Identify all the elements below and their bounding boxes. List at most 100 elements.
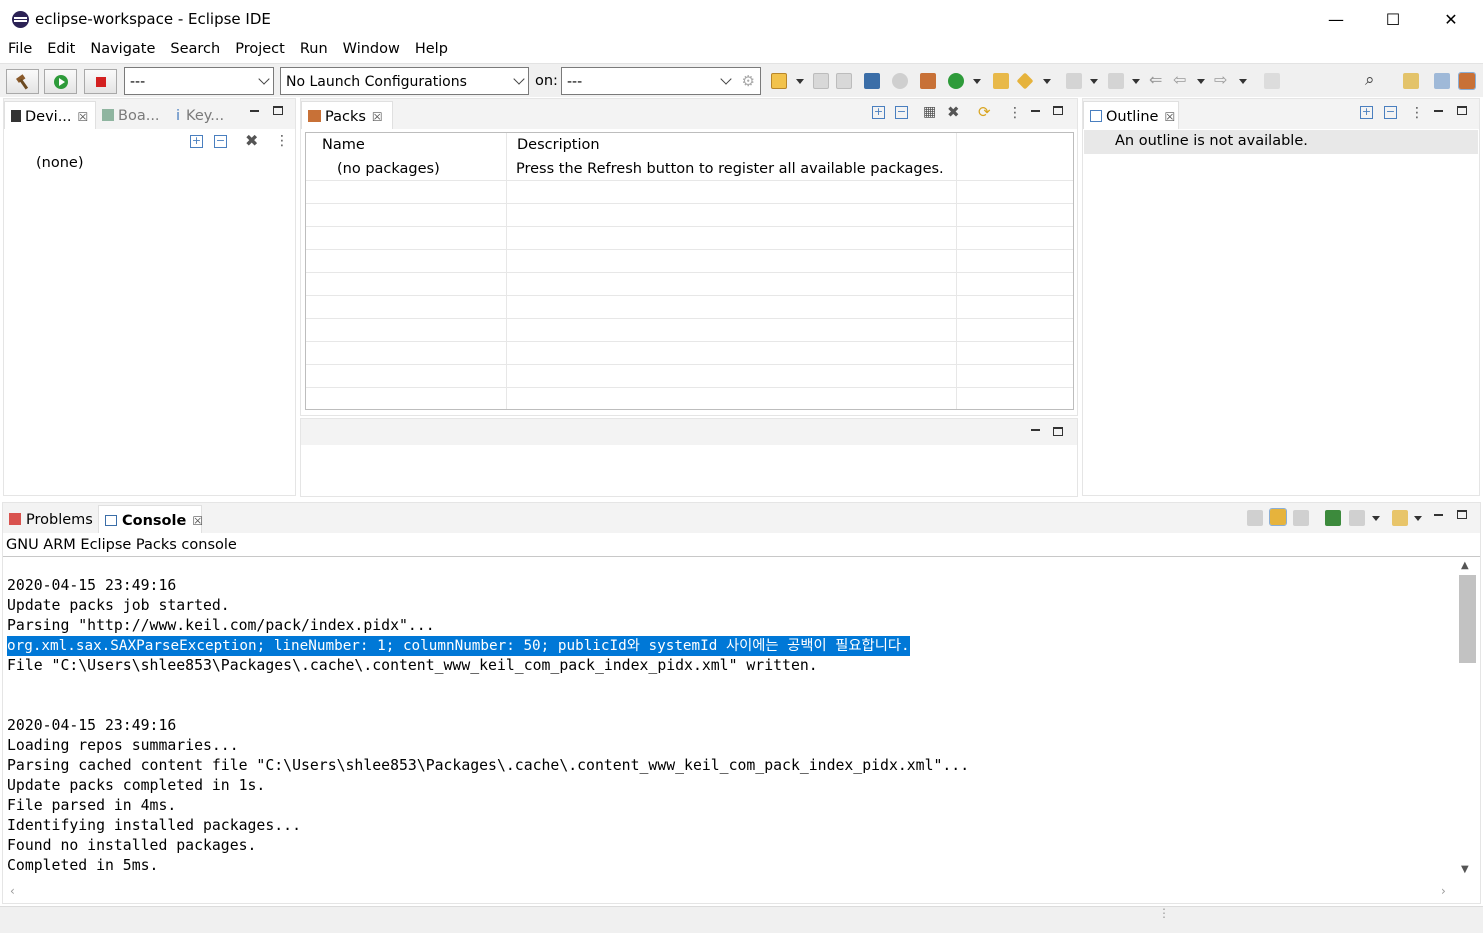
close-icon[interactable]: ☒ (192, 514, 203, 528)
menu-search[interactable]: Search (162, 38, 227, 63)
outline-view-panel: Outline ☒ + − ⋮ An outline is not availab… (1082, 98, 1480, 496)
scroll-right-icon[interactable]: › (1441, 884, 1446, 898)
menu-navigate[interactable]: Navigate (82, 38, 162, 63)
minimize-icon[interactable] (1434, 110, 1443, 112)
maximize-icon[interactable] (1053, 106, 1063, 115)
minimize-icon[interactable] (250, 110, 259, 112)
previous-annotation-icon[interactable] (1108, 73, 1124, 89)
dropdown-arrow-icon[interactable] (1414, 516, 1422, 521)
clear-console-icon[interactable] (1247, 510, 1263, 526)
close-icon[interactable]: ☒ (1164, 110, 1175, 124)
skip-breakpoints-icon[interactable] (892, 73, 908, 89)
dropdown-arrow-icon[interactable] (1372, 516, 1380, 521)
dropdown-arrow-icon[interactable] (1043, 79, 1051, 84)
build-button[interactable] (6, 69, 39, 94)
scroll-up-icon[interactable]: ▲ (1461, 560, 1469, 571)
view-menu-icon[interactable]: ⋮ (275, 134, 289, 148)
maximize-icon[interactable] (1053, 427, 1063, 436)
console-output[interactable]: 2020-04-15 23:49:16 Update packs job sta… (0, 556, 1455, 878)
column-header-description[interactable]: Description (517, 137, 600, 153)
collapse-all-icon[interactable]: − (895, 106, 908, 119)
remove-filters-icon[interactable]: ✖ (947, 103, 960, 121)
display-console-icon[interactable] (1349, 510, 1365, 526)
scroll-left-icon[interactable]: ‹ (10, 884, 15, 898)
dropdown-arrow-icon[interactable] (1090, 79, 1098, 84)
tab-keywords[interactable]: i Key... (170, 101, 232, 129)
dropdown-arrow-icon[interactable] (1132, 79, 1140, 84)
menu-edit[interactable]: Edit (39, 38, 82, 63)
pack-row-name[interactable]: (no packages) (337, 161, 440, 177)
maximize-icon[interactable] (1457, 106, 1467, 115)
tab-console[interactable]: Console ☒ (98, 505, 203, 533)
debug-icon[interactable] (948, 73, 964, 89)
dropdown-arrow-icon[interactable] (796, 79, 804, 84)
new-wizard-icon[interactable] (771, 73, 787, 89)
scroll-lock-icon[interactable] (1269, 508, 1287, 526)
launch-config-select[interactable]: No Launch Configurations (280, 67, 529, 95)
search-icon[interactable]: ⌕ (1365, 70, 1375, 90)
minimize-icon[interactable] (1031, 429, 1040, 431)
pin-console-icon[interactable] (1325, 510, 1341, 526)
menu-help[interactable]: Help (407, 38, 455, 63)
last-edit-icon[interactable]: ⇐ (1149, 70, 1162, 89)
menu-project[interactable]: Project (227, 38, 292, 63)
menu-file[interactable]: File (0, 38, 39, 63)
save-all-icon[interactable] (836, 73, 852, 89)
expand-all-icon[interactable]: + (1360, 106, 1373, 119)
view-menu-icon[interactable]: ⋮ (1410, 106, 1424, 120)
tab-keywords-label: Key... (186, 108, 225, 124)
dropdown-arrow-icon[interactable] (1197, 79, 1205, 84)
close-icon[interactable]: ☒ (372, 110, 383, 124)
dropdown-arrow-icon[interactable] (973, 79, 981, 84)
collapse-all-icon[interactable]: − (214, 135, 227, 148)
packs-perspective-icon[interactable] (1458, 72, 1476, 90)
close-button[interactable]: ✕ (1422, 0, 1480, 38)
maximize-icon[interactable] (273, 106, 283, 115)
minimize-button[interactable]: — (1307, 0, 1365, 38)
open-folder-icon[interactable] (993, 73, 1009, 89)
launch-mode-select[interactable]: --- (124, 67, 274, 95)
open-perspective-icon[interactable] (1403, 73, 1419, 89)
tab-problems[interactable]: Problems (3, 505, 98, 533)
minimize-icon[interactable] (1031, 110, 1040, 112)
install-icon[interactable]: ▦ (923, 104, 936, 120)
next-annotation-icon[interactable] (1066, 73, 1082, 89)
status-bar-grip-icon[interactable]: ⋮ (1158, 907, 1170, 919)
maximize-icon[interactable] (1457, 510, 1467, 519)
tab-boards[interactable]: Boa... (96, 101, 168, 129)
terminal-icon[interactable] (864, 73, 880, 89)
expand-all-icon[interactable]: + (872, 106, 885, 119)
tab-outline[interactable]: Outline ☒ (1083, 101, 1179, 129)
forward-icon[interactable]: ⇨ (1214, 70, 1227, 89)
save-icon[interactable] (813, 73, 829, 89)
close-icon[interactable]: ☒ (78, 110, 89, 124)
scroll-down-icon[interactable]: ▼ (1461, 864, 1469, 875)
expand-all-icon[interactable]: + (190, 135, 203, 148)
menu-run[interactable]: Run (292, 38, 335, 63)
open-console-icon[interactable] (1392, 510, 1408, 526)
pen-icon[interactable] (1016, 72, 1034, 90)
console-line: File parsed in 4ms. (7, 797, 177, 814)
tab-devices[interactable]: Devi... ☒ (4, 101, 96, 129)
back-icon[interactable]: ⇦ (1173, 70, 1186, 89)
launch-button[interactable] (44, 69, 77, 94)
menu-window[interactable]: Window (335, 38, 407, 63)
stop-button[interactable] (84, 69, 117, 94)
minimize-icon[interactable] (1434, 514, 1443, 516)
gear-icon[interactable]: ⚙ (742, 72, 755, 90)
column-header-name[interactable]: Name (322, 137, 365, 153)
launch-target-select[interactable]: --- ⚙ (561, 67, 761, 95)
remove-filters-icon[interactable]: ✖ (245, 131, 258, 150)
collapse-all-icon[interactable]: − (1384, 106, 1397, 119)
packs-icon[interactable] (920, 73, 936, 89)
refresh-icon[interactable]: ⟳ (978, 103, 991, 121)
maximize-button[interactable]: ☐ (1364, 0, 1422, 38)
console-horizontal-scrollbar[interactable] (4, 882, 1456, 901)
dropdown-arrow-icon[interactable] (1239, 79, 1247, 84)
tab-packs[interactable]: Packs ☒ (301, 101, 393, 129)
word-wrap-icon[interactable] (1293, 510, 1309, 526)
pin-editor-icon[interactable] (1264, 73, 1280, 89)
view-menu-icon[interactable]: ⋮ (1008, 106, 1022, 120)
console-scroll-thumb[interactable] (1459, 575, 1476, 663)
c-perspective-icon[interactable] (1434, 73, 1450, 89)
